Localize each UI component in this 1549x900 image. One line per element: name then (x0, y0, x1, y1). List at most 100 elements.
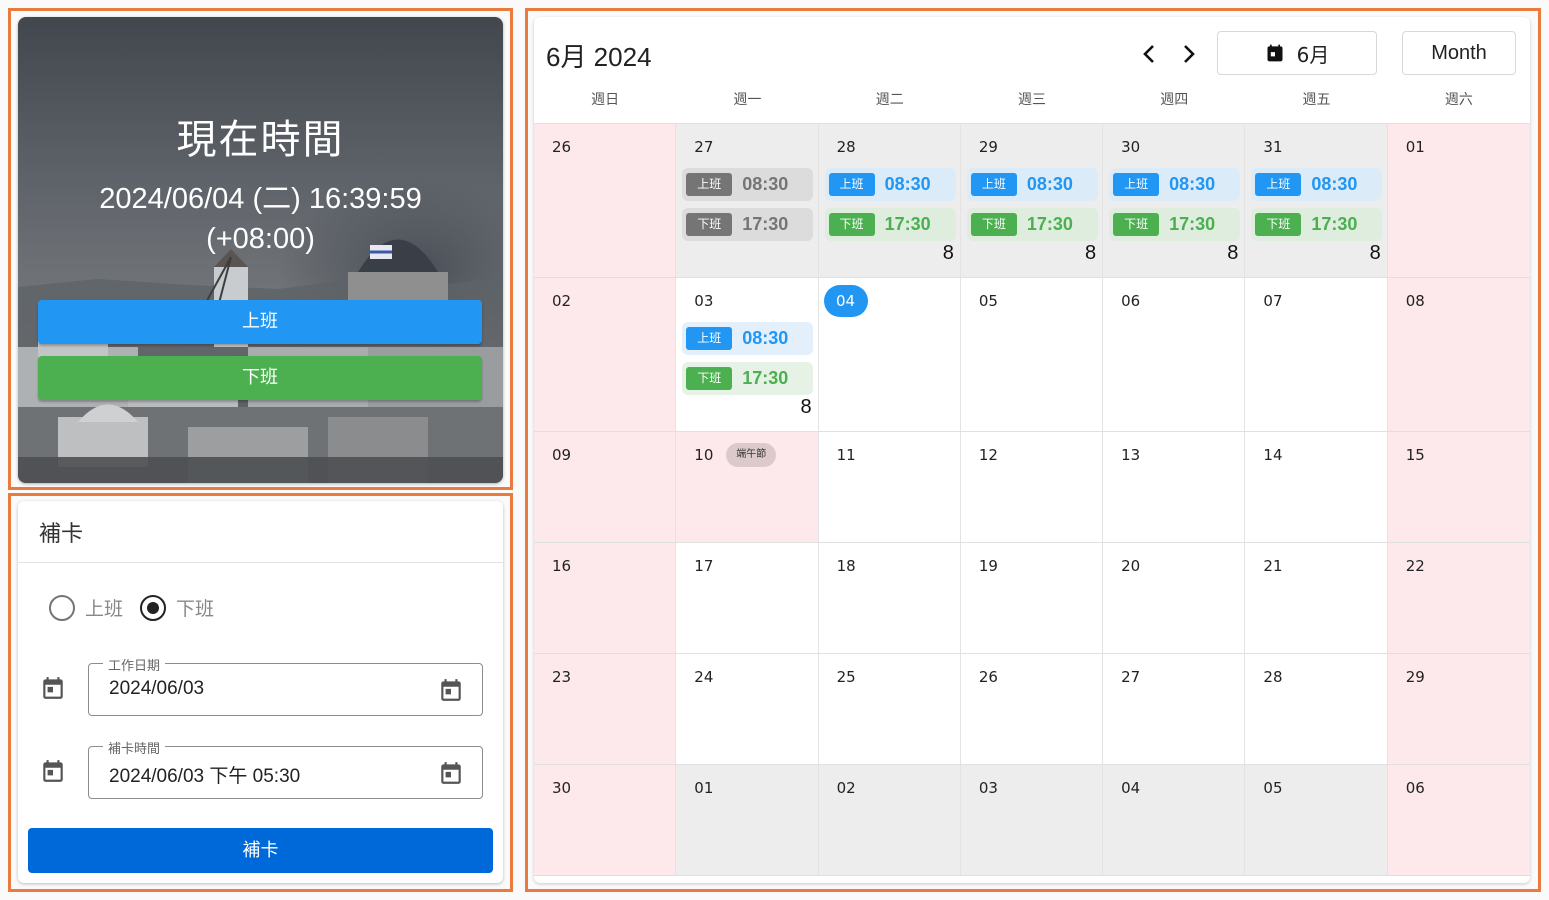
calendar-day[interactable]: 07 (1245, 278, 1388, 431)
day-number: 01 (1405, 138, 1425, 156)
punch-time-field[interactable]: 補卡時間 2024/06/03 下午 05:30 (88, 738, 483, 799)
event-time: 08:30 (742, 174, 789, 194)
clock-out-event[interactable]: 下班 17:30 (1251, 208, 1383, 241)
calendar-day[interactable]: 24 (676, 654, 819, 764)
calendar-day[interactable]: 26 (534, 124, 677, 277)
event-time: 08:30 (1169, 174, 1216, 194)
calendar-day[interactable]: 30 上班 08:30 下班 17:30 8 (1103, 124, 1246, 277)
day-number: 23 (552, 668, 572, 686)
calendar-day[interactable]: 02 (534, 278, 677, 431)
calendar-day[interactable]: 06 (1387, 765, 1530, 875)
calendar-day[interactable]: 29 上班 08:30 下班 17:30 8 (960, 124, 1104, 277)
clock-out-event[interactable]: 下班 17:30 (682, 362, 814, 395)
calendar-day[interactable]: 12 (961, 432, 1104, 542)
work-date-value[interactable]: 2024/06/03 (109, 678, 204, 700)
calendar-day[interactable]: 04 (1103, 765, 1246, 875)
clock-out-event[interactable]: 下班 17:30 (1109, 208, 1241, 241)
clock-out-button[interactable]: 下班 (38, 356, 482, 400)
clock-in-event[interactable]: 上班 08:30 (966, 168, 1098, 201)
day-number: 07 (1263, 292, 1283, 310)
calendar-day[interactable]: 27 上班 08:30 下班 17:30 (676, 124, 819, 277)
month-picker-label: 6月 (1296, 42, 1330, 67)
event-tag: 上班 (828, 173, 875, 196)
event-tag: 下班 (970, 213, 1017, 236)
prev-month-button[interactable] (1134, 39, 1164, 69)
view-mode-button[interactable]: Month (1402, 31, 1516, 75)
day-number: 26 (552, 138, 572, 156)
clock-out-event[interactable]: 下班 17:30 (682, 208, 814, 241)
punch-time-label: 補卡時間 (103, 738, 166, 757)
holiday-chip[interactable]: 端午節 (726, 443, 777, 467)
clock-in-event[interactable]: 上班 08:30 (682, 322, 814, 355)
calendar-day[interactable]: 02 (818, 765, 961, 875)
day-number: 29 (978, 138, 998, 156)
calendar-day-today[interactable]: 04 (819, 278, 961, 431)
makeup-submit-button[interactable]: 補卡 (28, 828, 493, 873)
calendar-day[interactable]: 05 (1245, 765, 1388, 875)
calendar-day[interactable]: 22 (1387, 543, 1530, 653)
day-number: 06 (1405, 779, 1425, 797)
day-number: 28 (836, 138, 856, 156)
event-tag: 上班 (686, 173, 733, 196)
calendar-day[interactable]: 28 上班 08:30 下班 17:30 8 (818, 124, 961, 277)
clock-in-button[interactable]: 上班 (38, 300, 482, 344)
radio-option-clock-in[interactable]: 上班 (49, 594, 123, 621)
calendar-day[interactable]: 19 (961, 543, 1104, 653)
clock-in-event[interactable]: 上班 08:30 (824, 168, 956, 201)
punch-time-value[interactable]: 2024/06/03 下午 05:30 (109, 761, 300, 788)
day-number: 28 (1263, 668, 1283, 686)
day-number: 22 (1405, 557, 1425, 575)
clock-out-event[interactable]: 下班 17:30 (824, 208, 956, 241)
calendar-day[interactable]: 28 (1245, 654, 1388, 764)
calendar-day[interactable]: 29 (1387, 654, 1530, 764)
calendar-day[interactable]: 13 (1103, 432, 1246, 542)
calendar-day[interactable]: 08 (1387, 278, 1530, 431)
calendar-day[interactable]: 06 (1103, 278, 1246, 431)
calendar-day[interactable]: 05 (961, 278, 1104, 431)
calendar-day[interactable]: 10 端午節 (676, 432, 819, 542)
work-hours: 8 (800, 396, 812, 418)
radio-option-clock-out[interactable]: 下班 (140, 594, 214, 621)
calendar-day[interactable]: 30 (534, 765, 677, 875)
datetime-picker-icon[interactable] (438, 759, 464, 787)
calendar-icon (40, 674, 66, 702)
day-number: 25 (836, 668, 856, 686)
next-month-button[interactable] (1174, 39, 1204, 69)
date-picker-icon[interactable] (438, 676, 464, 704)
day-number: 17 (694, 557, 714, 575)
calendar-day[interactable]: 20 (1103, 543, 1246, 653)
calendar-day[interactable]: 11 (819, 432, 961, 542)
event-time: 17:30 (1311, 214, 1358, 234)
calendar-day[interactable]: 26 (961, 654, 1104, 764)
calendar-day[interactable]: 21 (1245, 543, 1388, 653)
calendar-day[interactable]: 09 (534, 432, 677, 542)
clock-in-event[interactable]: 上班 08:30 (1251, 168, 1383, 201)
calendar-day[interactable]: 01 (676, 765, 819, 875)
calendar-day[interactable]: 17 (676, 543, 819, 653)
calendar-day[interactable]: 03 上班 08:30 下班 17:30 8 (676, 278, 819, 431)
day-number: 09 (552, 446, 572, 464)
calendar-day[interactable]: 01 (1387, 124, 1530, 277)
clock-in-event[interactable]: 上班 08:30 (682, 168, 814, 201)
calendar-icon (1267, 44, 1283, 62)
work-date-field[interactable]: 工作日期 2024/06/03 (88, 655, 483, 716)
radio-unchecked-icon[interactable] (49, 594, 75, 621)
calendar-day[interactable]: 15 (1387, 432, 1530, 542)
calendar-day[interactable]: 16 (534, 543, 677, 653)
radio-checked-icon[interactable] (140, 594, 166, 621)
calendar-day[interactable]: 14 (1245, 432, 1388, 542)
calendar-day[interactable]: 03 (960, 765, 1104, 875)
calendar-day[interactable]: 23 (534, 654, 677, 764)
day-number: 27 (694, 138, 714, 156)
clock-out-event[interactable]: 下班 17:30 (966, 208, 1098, 241)
calendar-day[interactable]: 27 (1103, 654, 1246, 764)
day-number: 21 (1263, 557, 1283, 575)
month-picker-button[interactable]: 6月 (1217, 31, 1377, 75)
clock-in-event[interactable]: 上班 08:30 (1109, 168, 1241, 201)
calendar-day[interactable]: 25 (819, 654, 961, 764)
calendar-grid: 26 27 上班 08:30 下班 17:30 28 上班 08:30 下班 17:30 8 29 上班 0… (534, 123, 1530, 876)
work-date-label: 工作日期 (103, 655, 166, 674)
calendar-day[interactable]: 18 (819, 543, 961, 653)
calendar-day[interactable]: 31 上班 08:30 下班 17:30 8 (1245, 124, 1388, 277)
calendar-week-row: 02 03 上班 08:30 下班 17:30 8 04 05 06 07 08 (534, 278, 1530, 432)
